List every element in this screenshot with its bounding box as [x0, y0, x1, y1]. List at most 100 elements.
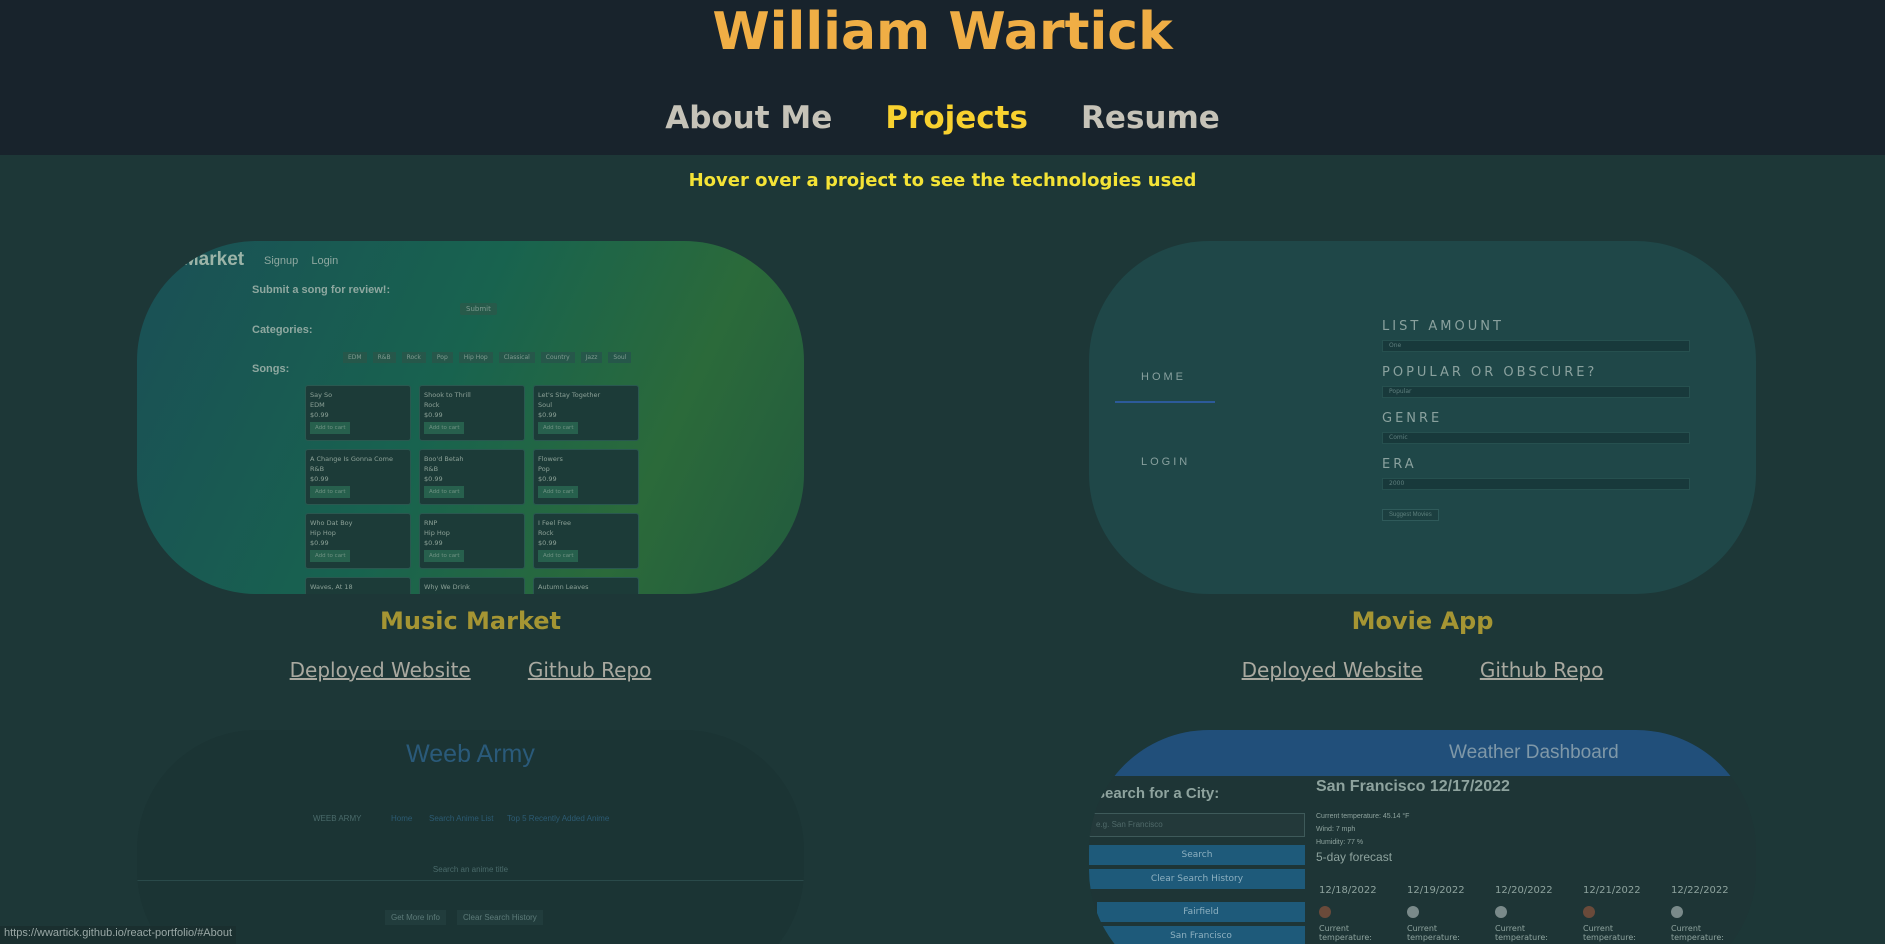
movie-home: HOME: [1141, 371, 1186, 383]
song-card: Autumn Leaves: [533, 577, 639, 594]
category-chip: R&B: [372, 352, 396, 363]
category-chip: Classical: [498, 352, 535, 363]
movie-home-underline: [1115, 401, 1215, 403]
song-name: Say So: [310, 391, 333, 399]
forecast-day: 12/22/2022 Current temperature:: [1671, 885, 1751, 942]
song-name: A Change Is Gonna Come: [310, 455, 393, 463]
movie-field-label: GENRE: [1382, 411, 1443, 426]
add-to-cart-button: Add to cart: [424, 550, 465, 562]
music-submit-button: Submit: [460, 303, 497, 315]
forecast-temp-label: Current temperature:: [1583, 924, 1636, 942]
music-categories-label: Categories:: [252, 324, 313, 336]
music-repo-link[interactable]: Github Repo: [528, 658, 652, 682]
weeb-nav-home: Home: [391, 814, 413, 823]
weeb-title: Weeb Army: [406, 740, 535, 768]
weather-history-item: San Francisco: [1097, 926, 1305, 944]
weather-current-wind: Wind: 7 mph: [1316, 826, 1356, 833]
weeb-nav-search: Search Anime List: [429, 814, 494, 823]
forecast-date: 12/22/2022: [1671, 885, 1729, 896]
song-genre: R&B: [310, 465, 325, 473]
forecast-temp-label: Current temperature:: [1407, 924, 1460, 942]
movie-field-select: Popular: [1382, 386, 1690, 398]
add-to-cart-button: Add to cart: [538, 486, 579, 498]
project-title-movie-app: Movie App: [1351, 607, 1494, 635]
movie-repo-link[interactable]: Github Repo: [1480, 658, 1604, 682]
category-chip: Hip Hop: [458, 352, 493, 363]
nav-projects[interactable]: Projects: [885, 100, 1028, 136]
project-card-music-market[interactable]: c Market Signup Login Submit a song for …: [137, 241, 804, 594]
forecast-day: 12/20/2022 Current temperature:: [1495, 885, 1575, 942]
add-to-cart-button: Add to cart: [538, 422, 579, 434]
song-card: A Change Is Gonna Come R&B $0.99 Add to car…: [305, 449, 411, 505]
project-title-music-market: Music Market: [379, 607, 562, 635]
movie-field-select: Comic: [1382, 432, 1690, 444]
song-card: Why We Drink: [419, 577, 525, 594]
nav-about-me[interactable]: About Me: [665, 100, 832, 136]
song-name: Boo'd Betah: [424, 455, 464, 463]
song-card: I Feel Free Rock $0.99 Add to cart: [533, 513, 639, 569]
song-price: $0.99: [538, 539, 557, 547]
forecast-temp-label: Current temperature:: [1319, 924, 1372, 942]
add-to-cart-button: Add to cart: [310, 550, 351, 562]
movie-field-label: POPULAR OR OBSCURE?: [1382, 365, 1598, 380]
forecast-date: 12/18/2022: [1319, 885, 1377, 896]
movie-login: LOGIN: [1141, 456, 1191, 468]
song-card: Who Dat Boy Hip Hop $0.99 Add to cart: [305, 513, 411, 569]
movie-field-select: One: [1382, 340, 1690, 352]
weeb-nav-top5: Top 5 Recently Added Anime: [507, 814, 610, 823]
project-card-weather-dashboard[interactable]: Weather Dashboard Search for a City: e.g…: [1089, 730, 1756, 944]
song-price: $0.99: [424, 411, 443, 419]
weeb-nav-brand: WEEB ARMY: [313, 814, 362, 823]
project-card-weeb-army[interactable]: Weeb Army WEEB ARMY Home Search Anime Li…: [137, 730, 804, 944]
main-nav: About Me Projects Resume: [0, 100, 1885, 136]
site-header: William Wartick About Me Projects Resume: [0, 0, 1885, 155]
music-nav-login: Login: [311, 255, 339, 267]
movie-field-select: 2000: [1382, 478, 1690, 490]
movie-field-label: ERA: [1382, 457, 1417, 472]
song-genre: Hip Hop: [310, 529, 336, 537]
status-bar-url: https://wwartick.github.io/react-portfol…: [0, 926, 237, 944]
add-to-cart-button: Add to cart: [424, 422, 465, 434]
song-name: Waves, At 18: [310, 583, 353, 591]
nav-resume[interactable]: Resume: [1081, 100, 1220, 136]
song-genre: Pop: [538, 465, 550, 473]
weather-city-heading: San Francisco 12/17/2022: [1316, 778, 1510, 795]
forecast-date: 12/19/2022: [1407, 885, 1465, 896]
sun-icon: [1583, 906, 1595, 918]
song-price: $0.99: [424, 539, 443, 547]
add-to-cart-button: Add to cart: [538, 550, 579, 562]
category-chip: Country: [540, 352, 575, 363]
song-genre: Soul: [538, 401, 553, 409]
song-name: Shook to Thrill: [424, 391, 471, 399]
weather-current-temp: Current temperature: 45.14 °F: [1316, 813, 1410, 820]
music-nav-signup: Signup: [264, 255, 299, 267]
movie-deployed-link[interactable]: Deployed Website: [1242, 658, 1423, 682]
song-price: $0.99: [538, 475, 557, 483]
category-chip: Rock: [401, 352, 426, 363]
forecast-date: 12/20/2022: [1495, 885, 1553, 896]
site-title: William Wartick: [712, 2, 1173, 62]
song-price: $0.99: [310, 475, 329, 483]
song-name: I Feel Free: [538, 519, 572, 527]
music-songs-label: Songs:: [252, 363, 290, 375]
add-to-cart-button: Add to cart: [310, 486, 351, 498]
weather-header-bar: [1089, 730, 1756, 776]
song-genre: Rock: [424, 401, 440, 409]
weather-search-label: Search for a City:: [1095, 785, 1220, 802]
forecast-day: 12/21/2022 Current temperature:: [1583, 885, 1663, 942]
song-card: Let's Stay Together Soul $0.99 Add to cart: [533, 385, 639, 441]
weeb-search-input: Search an anime title: [432, 865, 509, 874]
weather-clear-button: Clear Search History: [1089, 869, 1305, 889]
music-categories: EDM R&B Rock Pop Hip Hop Classical Country Jazz…: [343, 344, 637, 363]
weather-current-conditions: Current temperature: 45.14 °F Wind: 7 mp…: [1316, 810, 1409, 849]
song-name: Autumn Leaves: [538, 583, 589, 591]
music-submit-label: Submit a song for review!:: [252, 284, 391, 296]
project-links-music-market: Deployed Website Github Repo: [137, 658, 804, 682]
project-card-movie-app[interactable]: HOME LOGIN LIST AMOUNT One POPULAR OR OB…: [1089, 241, 1756, 594]
music-deployed-link[interactable]: Deployed Website: [290, 658, 471, 682]
cloud-icon: [1495, 906, 1507, 918]
forecast-date: 12/21/2022: [1583, 885, 1641, 896]
music-logo: c Market: [167, 249, 245, 270]
category-chip: Jazz: [580, 352, 603, 363]
project-links-movie-app: Deployed Website Github Repo: [1089, 658, 1756, 682]
